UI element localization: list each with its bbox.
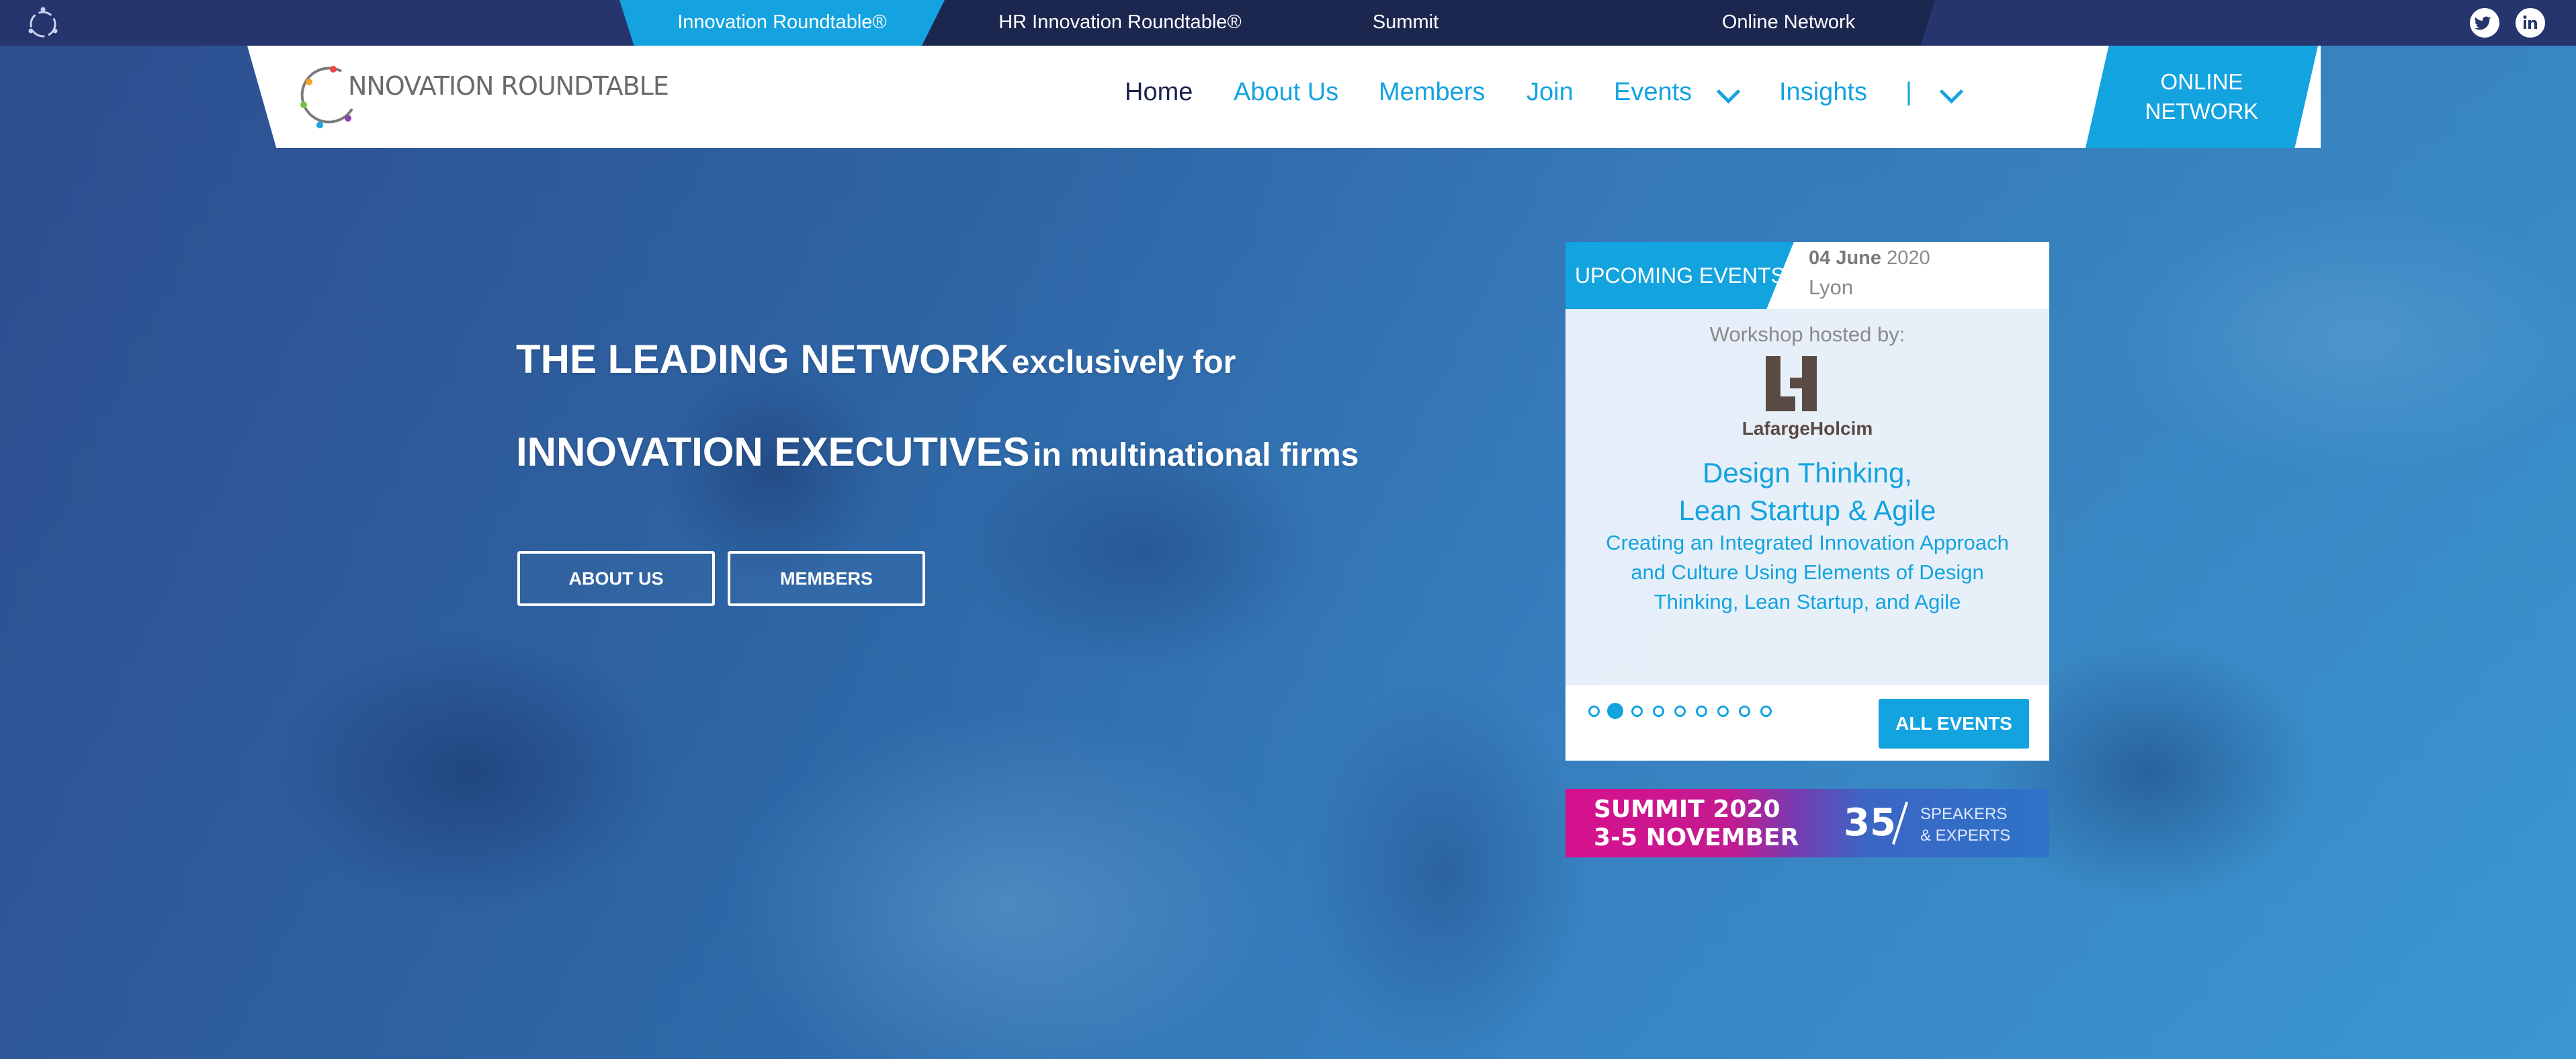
experts-label: & EXPERTS [1920, 827, 2011, 845]
about-us-button[interactable]: ABOUT US [517, 551, 715, 606]
upcoming-events-header: UPCOMING EVENTS [1565, 242, 1794, 309]
tab-online-network[interactable]: Online Network [1668, 0, 1909, 46]
online-network-line2: NETWORK [2145, 99, 2259, 124]
carousel-dot-4[interactable] [1653, 706, 1664, 717]
carousel-dot-5[interactable] [1674, 706, 1686, 717]
host-company-name: LafargeHolcim [1742, 418, 1873, 439]
nav-insights[interactable]: Insights [1779, 78, 1867, 107]
carousel-dot-9[interactable] [1760, 706, 1772, 717]
hero-background-photo [0, 0, 2576, 1059]
event-hosted-by: Workshop hosted by: [1709, 323, 1905, 346]
hero-headline-2-strong: INNOVATION EXECUTIVES [516, 429, 1030, 474]
carousel-dot-1[interactable] [1588, 706, 1600, 717]
event-date: 04 June 2020 [1809, 247, 1930, 269]
carousel-dot-2-active[interactable] [1607, 703, 1623, 719]
online-network-line1: ONLINE [2160, 69, 2243, 94]
hero-headline-2: INNOVATION EXECUTIVES in multinational f… [516, 429, 1359, 475]
event-description: Creating an Integrated Innovation Approa… [1606, 531, 2009, 613]
event-city: Lyon [1809, 276, 1854, 299]
event-title-line1: Design Thinking, [1702, 457, 1913, 489]
carousel-dot-3[interactable] [1631, 706, 1643, 717]
members-button[interactable]: MEMBERS [728, 551, 925, 606]
nav-separator: | [1905, 78, 1912, 106]
carousel-dot-6[interactable] [1696, 706, 1707, 717]
nav-home[interactable]: Home [1125, 78, 1193, 107]
nav-events[interactable]: Events [1614, 78, 1692, 107]
hero-headline-1: THE LEADING NETWORK exclusively for [516, 336, 1236, 382]
summit-2020-banner[interactable]: SUMMIT 2020 3-5 NOVEMBER 35 SPEAKERS & E… [1565, 789, 2049, 857]
summit-title: SUMMIT 2020 [1594, 796, 1780, 823]
tab-innovation-roundtable[interactable]: Innovation Roundtable® [619, 0, 945, 46]
tab-hr-innovation-roundtable[interactable]: HR Innovation Roundtable® [949, 0, 1291, 46]
speakers-count: 35 [1844, 801, 1896, 845]
roundtable-logo-icon[interactable] [24, 4, 62, 42]
upcoming-events-card: UPCOMING EVENTS 04 June 2020 Lyon Worksh… [1565, 242, 2049, 761]
lafargeholcim-logo-icon [1766, 356, 1817, 411]
summit-dates: 3-5 NOVEMBER [1594, 824, 1799, 851]
hero-headline-1-strong: THE LEADING NETWORK [516, 337, 1009, 382]
tab-summit[interactable]: Summit [1325, 0, 1486, 46]
event-title[interactable]: Design Thinking, Lean Startup & Agile [1565, 454, 2049, 530]
carousel-dot-7[interactable] [1717, 706, 1729, 717]
network-topbar: Innovation Roundtable® HR Innovation Rou… [0, 0, 2576, 46]
brand-logo[interactable]: NNOVATION ROUNDTABLE [300, 62, 676, 132]
nav-join[interactable]: Join [1527, 78, 1574, 107]
network-tabs: Innovation Roundtable® HR Innovation Rou… [619, 0, 1935, 46]
online-network-button[interactable]: ONLINE NETWORK [2086, 46, 2318, 148]
event-title-line2: Lean Startup & Agile [1678, 495, 1936, 526]
event-date-day: 04 June [1809, 247, 1881, 269]
carousel-dot-8[interactable] [1739, 706, 1750, 717]
brand-name: NNOVATION ROUNDTABLE [348, 71, 669, 101]
hero-headline-1-rest: exclusively for [1011, 345, 1236, 380]
nav-members[interactable]: Members [1379, 78, 1485, 107]
linkedin-icon[interactable] [2516, 8, 2545, 38]
speakers-label: SPEAKERS [1920, 805, 2008, 823]
hero-headline-2-rest: in multinational firms [1032, 437, 1359, 473]
twitter-icon[interactable] [2470, 8, 2499, 38]
all-events-button[interactable]: ALL EVENTS [1879, 699, 2029, 749]
event-date-year: 2020 [1887, 247, 1930, 269]
nav-about-us[interactable]: About Us [1234, 78, 1338, 107]
